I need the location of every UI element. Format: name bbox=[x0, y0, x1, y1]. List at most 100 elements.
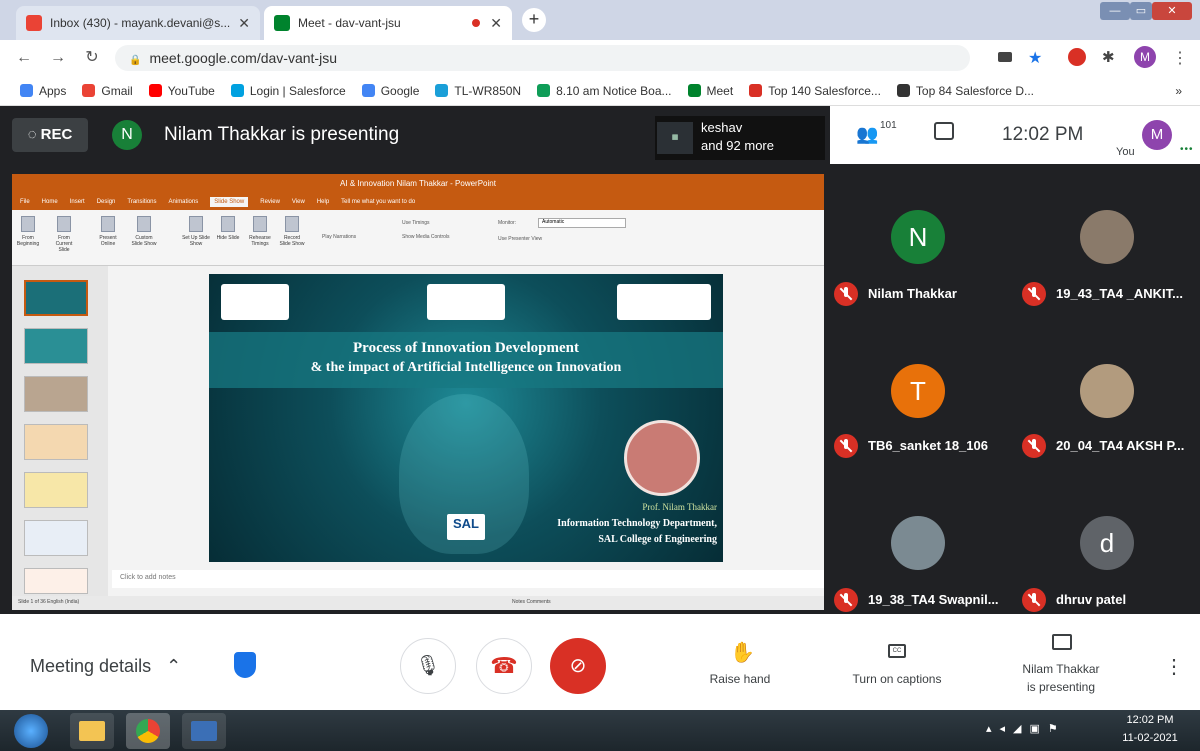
notes-pane[interactable]: Click to add notes bbox=[112, 570, 824, 588]
leave-call-button[interactable]: ☎ bbox=[476, 638, 532, 694]
close-window-button[interactable]: ✕ bbox=[1152, 2, 1192, 20]
self-avatar[interactable]: M bbox=[1142, 120, 1172, 150]
ribbon-record[interactable]: Record Slide Show bbox=[278, 216, 306, 247]
ribbon-hide-slide[interactable]: Hide Slide bbox=[214, 216, 242, 241]
participant-avatar: d bbox=[1080, 516, 1134, 570]
slideshow-icon bbox=[57, 216, 71, 232]
mic-button[interactable]: 🎙 bbox=[400, 638, 456, 694]
ppt-menu-item[interactable]: Review bbox=[260, 199, 280, 205]
adblock-icon[interactable] bbox=[1068, 48, 1086, 66]
presenting-line1: Nilam Thakkar bbox=[1022, 662, 1100, 676]
bookmark-google[interactable]: Google bbox=[361, 84, 419, 98]
slide-thumbnail[interactable] bbox=[24, 280, 88, 316]
chrome-menu-icon[interactable]: ⋮ bbox=[1172, 48, 1188, 68]
captions-button[interactable]: Turn on captions bbox=[836, 672, 958, 686]
ribbon-checkbox[interactable]: Show Media Controls bbox=[402, 234, 450, 240]
system-tray-icons[interactable]: ▴◂◢▣⚑ bbox=[986, 722, 1066, 735]
cast-icon[interactable] bbox=[998, 52, 1012, 62]
ppt-menu-item[interactable]: Design bbox=[97, 199, 116, 205]
profile-avatar[interactable]: M bbox=[1134, 46, 1156, 68]
back-button[interactable]: ← bbox=[14, 48, 34, 68]
meeting-details-button[interactable]: Meeting details ⌃ bbox=[30, 656, 181, 677]
bookmark-apps[interactable]: Apps bbox=[20, 84, 66, 98]
bookmark-star-icon[interactable]: ★ bbox=[1028, 48, 1042, 68]
ribbon-checkbox[interactable]: Use Timings bbox=[402, 220, 430, 226]
present-screen-icon[interactable] bbox=[1052, 634, 1072, 650]
rehearse-icon bbox=[253, 216, 267, 232]
ppt-menu-item[interactable]: Home bbox=[42, 199, 58, 205]
chat-icon[interactable] bbox=[934, 122, 954, 140]
slide-thumbnail[interactable] bbox=[24, 568, 88, 594]
address-bar[interactable]: 🔒 meet.google.com/dav-vant-jsu bbox=[115, 45, 970, 71]
ppt-tell-me[interactable]: Tell me what you want to do bbox=[341, 199, 415, 205]
extensions-icon[interactable]: ✱ bbox=[1102, 48, 1115, 66]
taskbar-time[interactable]: 12:02 PM bbox=[1110, 714, 1190, 726]
slide-thumbnail[interactable] bbox=[24, 472, 88, 508]
ribbon-custom-show[interactable]: Custom Slide Show bbox=[130, 216, 158, 247]
bookmark-gmail[interactable]: Gmail bbox=[82, 84, 133, 98]
new-tab-button[interactable]: + bbox=[522, 8, 546, 32]
forward-button[interactable]: → bbox=[48, 48, 68, 68]
close-tab-icon[interactable]: ✕ bbox=[490, 15, 502, 32]
bookmarks-overflow[interactable]: » bbox=[1175, 84, 1182, 98]
chrome-icon[interactable] bbox=[126, 713, 170, 749]
slide-thumbnail[interactable] bbox=[24, 376, 88, 412]
mic-icon: 🎙 bbox=[415, 655, 441, 677]
tab-gmail[interactable]: Inbox (430) - mayank.devani@s... ✕ bbox=[16, 6, 260, 40]
slide-thumbnail[interactable] bbox=[24, 328, 88, 364]
ribbon-from-current[interactable]: From Current Slide bbox=[50, 216, 78, 253]
ribbon-present-online[interactable]: Present Online bbox=[94, 216, 122, 247]
monitor-select[interactable]: Automatic bbox=[538, 218, 626, 228]
slide-title-line2: & the impact of Artificial Intelligence … bbox=[310, 360, 622, 375]
participant-name: 20_04_TA4 AKSH P... bbox=[1056, 438, 1185, 453]
reload-button[interactable]: ↻ bbox=[82, 48, 102, 68]
slide-thumbnail[interactable] bbox=[24, 520, 88, 556]
ppt-menu-item[interactable]: View bbox=[292, 199, 305, 205]
bookmark-top140[interactable]: Top 140 Salesforce... bbox=[749, 84, 881, 98]
ppt-menu-item-active[interactable]: Slide Show bbox=[210, 197, 249, 207]
ribbon-rehearse[interactable]: Rehearse Timings bbox=[246, 216, 274, 247]
ppt-menu-item[interactable]: Transitions bbox=[127, 199, 156, 205]
taskbar-date[interactable]: 11-02-2021 bbox=[1110, 732, 1190, 744]
ppt-status-right[interactable]: Notes Comments bbox=[512, 599, 551, 605]
bookmark-router[interactable]: TL-WR850N bbox=[435, 84, 521, 98]
tab-meet[interactable]: Meet - dav-vant-jsu ✕ bbox=[264, 6, 512, 40]
bookmark-salesforce[interactable]: Login | Salesforce bbox=[230, 83, 346, 98]
presenter-avatar: N bbox=[112, 120, 142, 150]
ribbon-label: Present Online bbox=[99, 235, 117, 247]
captions-icon[interactable]: CC bbox=[888, 644, 906, 658]
more-options-icon[interactable]: ⋮ bbox=[1164, 654, 1184, 679]
university-logo bbox=[221, 284, 289, 320]
monitor-label: Monitor: bbox=[498, 220, 517, 226]
record-icon bbox=[285, 216, 299, 232]
people-icon[interactable]: 👥 bbox=[856, 124, 878, 145]
bookmark-notice[interactable]: 8.10 am Notice Boa... bbox=[537, 84, 672, 98]
ribbon-from-beginning[interactable]: From Beginning bbox=[14, 216, 42, 247]
slide-thumbnail[interactable] bbox=[24, 424, 88, 460]
ppt-menu-item[interactable]: Insert bbox=[70, 199, 85, 205]
ribbon-checkbox[interactable]: Play Narrations bbox=[322, 234, 356, 240]
participant-name: Nilam Thakkar bbox=[868, 286, 957, 301]
meet-clock: 12:02 PM bbox=[1002, 124, 1084, 145]
bookmark-label: Login | Salesforce bbox=[249, 83, 346, 98]
maximize-button[interactable]: ▭ bbox=[1130, 2, 1152, 20]
bookmark-top84[interactable]: Top 84 Salesforce D... bbox=[896, 84, 1034, 98]
powerpoint-taskbar-icon[interactable] bbox=[182, 713, 226, 749]
ppt-menu-item[interactable]: Animations bbox=[169, 199, 199, 205]
shield-icon[interactable] bbox=[234, 652, 256, 678]
file-explorer-icon[interactable] bbox=[70, 713, 114, 749]
ppt-menu-item[interactable]: File bbox=[20, 199, 30, 205]
bookmark-youtube[interactable]: YouTube bbox=[148, 84, 215, 98]
participant-avatar bbox=[1080, 210, 1134, 264]
close-tab-icon[interactable]: ✕ bbox=[238, 15, 250, 32]
start-button[interactable] bbox=[14, 714, 48, 748]
minimize-button[interactable]: — bbox=[1100, 2, 1130, 20]
hand-icon[interactable]: ✋ bbox=[730, 640, 755, 665]
others-tile[interactable]: ▦ keshav and 92 more bbox=[655, 116, 825, 160]
ppt-menu-item[interactable]: Help bbox=[317, 199, 329, 205]
raise-hand-button[interactable]: Raise hand bbox=[694, 672, 786, 686]
ribbon-setup[interactable]: Set Up Slide Show bbox=[182, 216, 210, 247]
camera-button[interactable]: ⊘ bbox=[550, 638, 606, 694]
bookmark-meet[interactable]: Meet bbox=[687, 84, 733, 98]
ribbon-checkbox[interactable]: Use Presenter View bbox=[498, 236, 542, 242]
